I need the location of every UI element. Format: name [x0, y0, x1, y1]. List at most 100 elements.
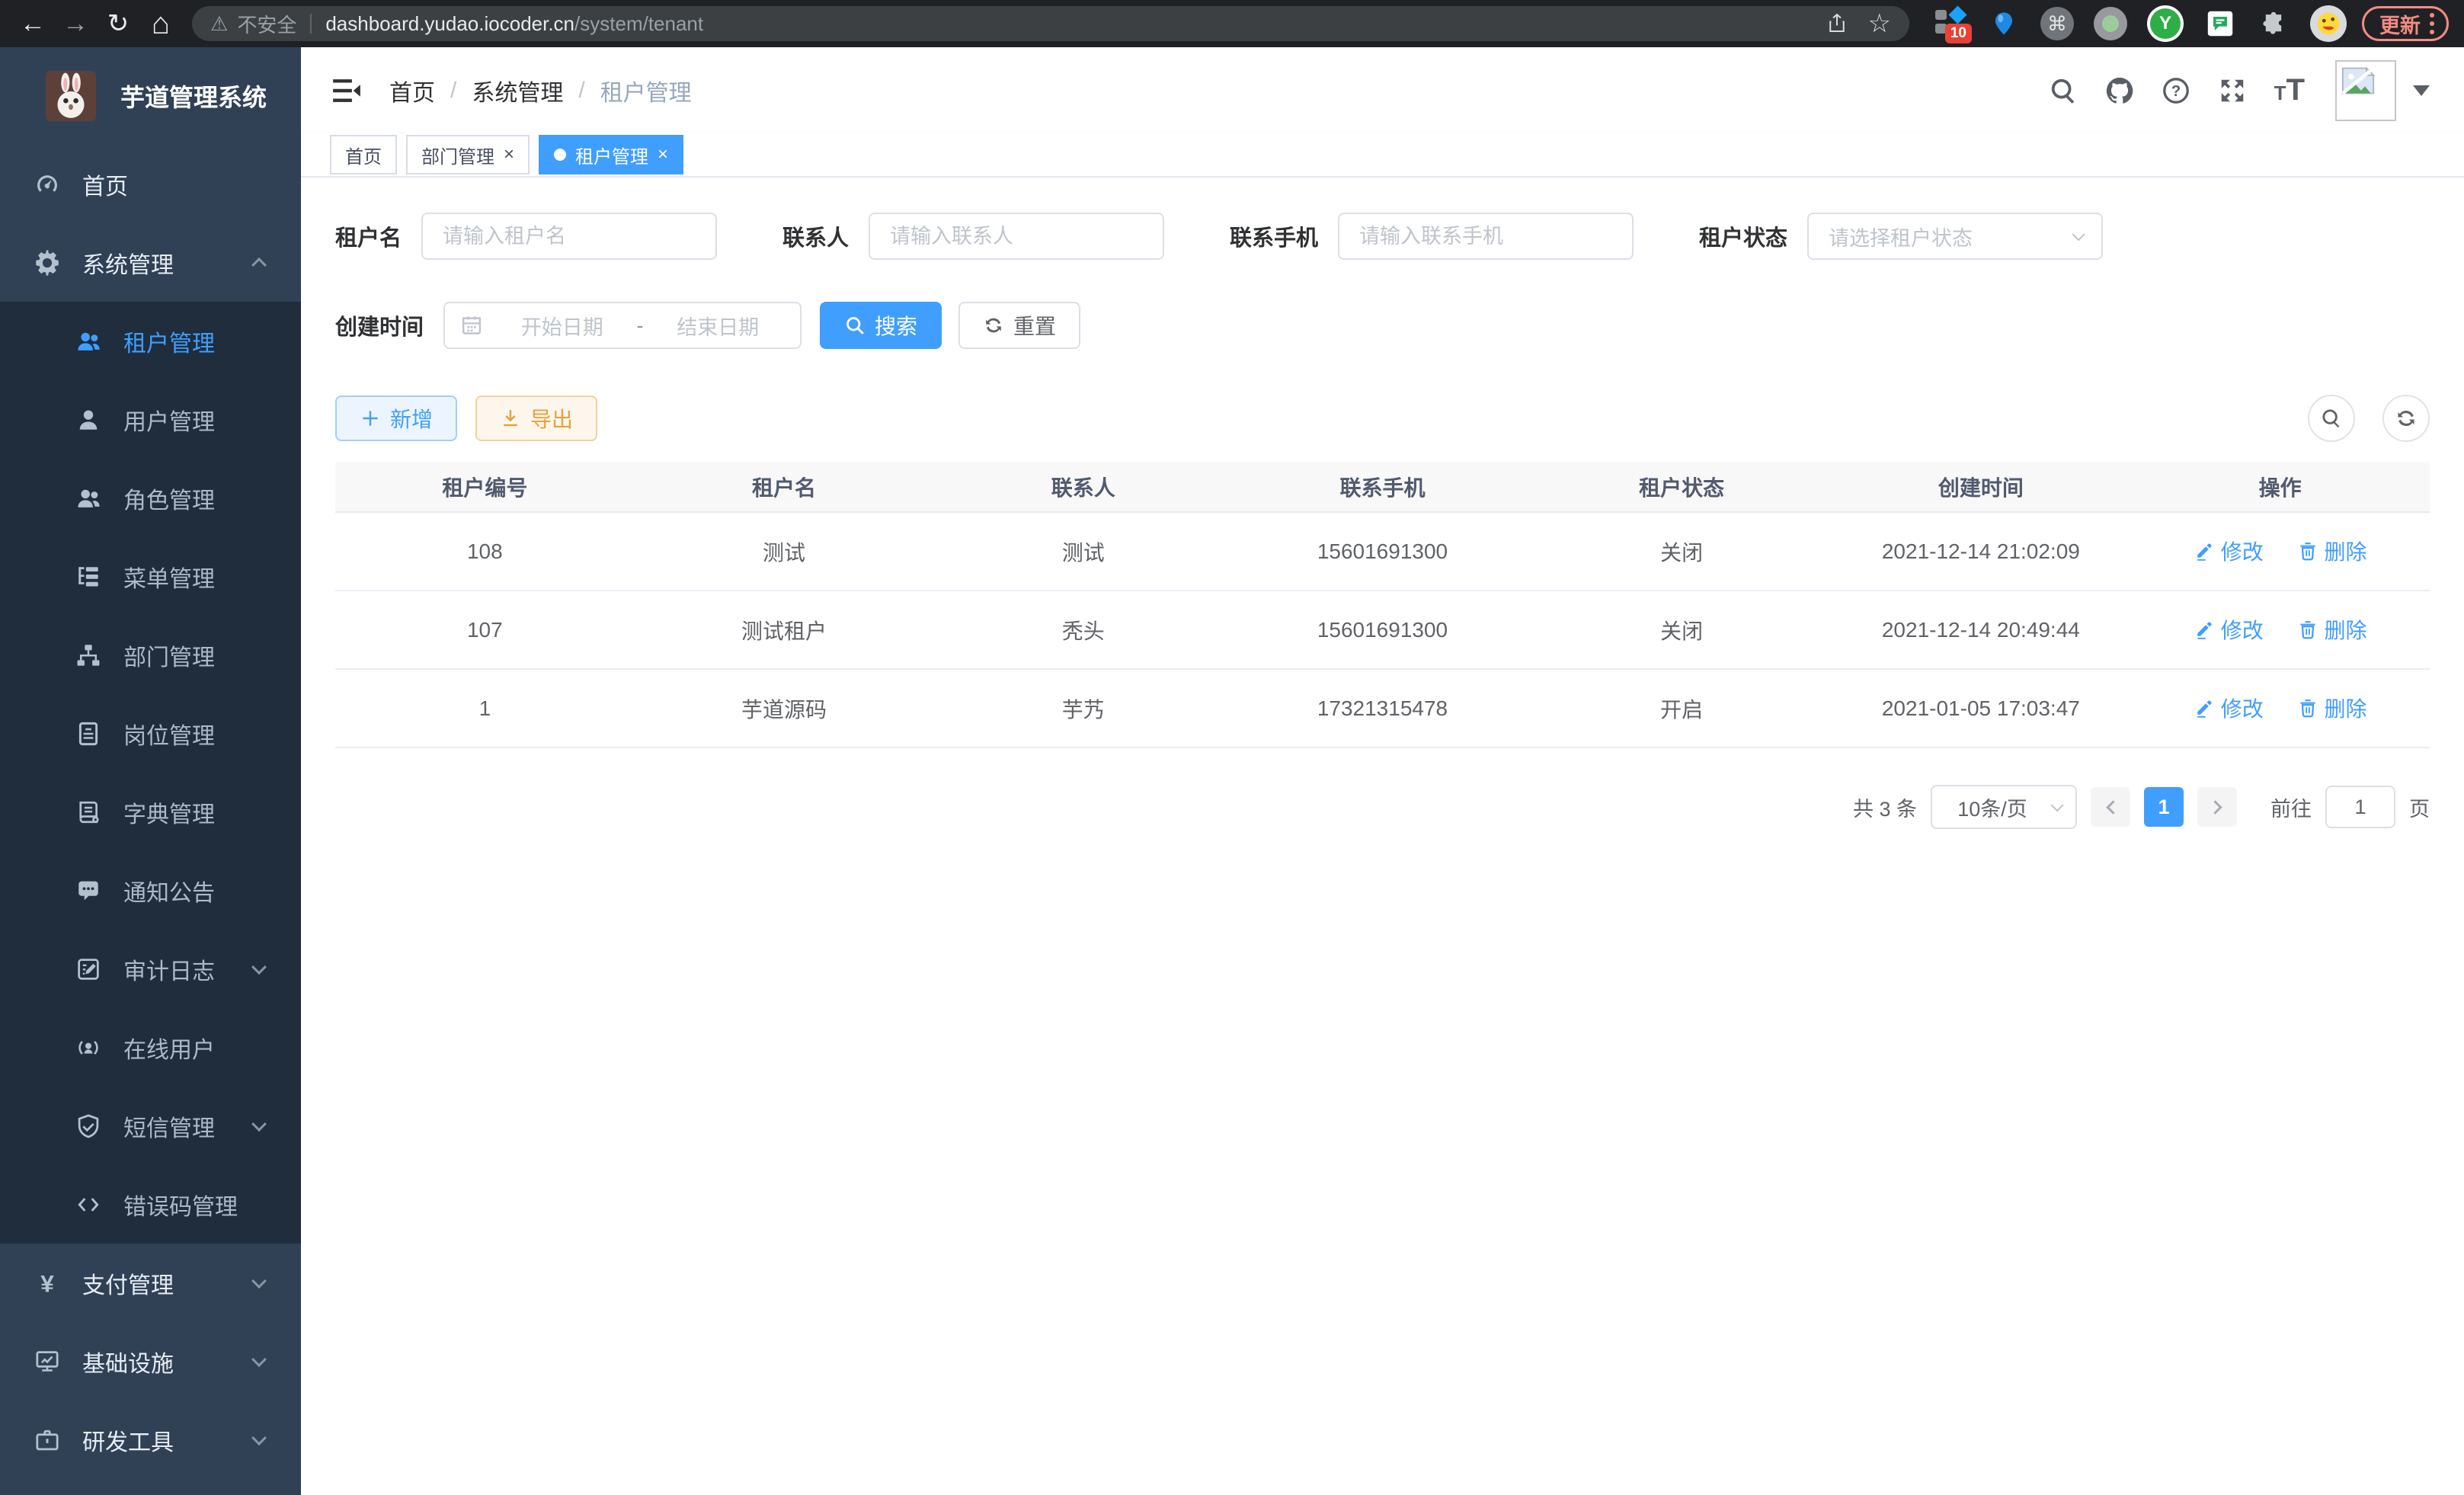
sidebar-menu-item[interactable]: 菜单管理 — [0, 537, 301, 616]
mobile-input[interactable] — [1338, 213, 1634, 260]
goto-page-input[interactable] — [2325, 786, 2395, 828]
browser-back-icon[interactable]: ← — [15, 6, 50, 41]
date-separator: - — [629, 314, 651, 338]
edit-link[interactable]: 修改 — [2194, 614, 2264, 645]
tenant-name-input[interactable] — [421, 213, 717, 260]
active-tab-dot — [554, 149, 566, 161]
contact-input[interactable] — [869, 213, 1164, 260]
chat-extension-icon[interactable] — [2203, 7, 2237, 40]
sidebar-item-label: 系统管理 — [82, 246, 234, 280]
column-header: 租户状态 — [1532, 462, 1832, 512]
sidebar-menu-item[interactable]: ¥ 支付管理 — [0, 1244, 301, 1322]
delete-link[interactable]: 删除 — [2297, 536, 2367, 566]
status-label: 租户状态 — [1699, 220, 1787, 252]
current-page-button[interactable]: 1 — [2144, 787, 2184, 827]
cell-status: 关闭 — [1532, 512, 1832, 591]
chevron-icon — [251, 1273, 267, 1289]
prev-page-button[interactable] — [2091, 787, 2130, 827]
browser-update-button[interactable]: 更新 — [2362, 6, 2449, 41]
sidebar-menu-item[interactable]: 短信管理 — [0, 1087, 301, 1165]
share-icon[interactable] — [1826, 12, 1848, 35]
view-tab[interactable]: 部门管理 × — [406, 135, 530, 174]
cell-status: 开启 — [1532, 669, 1832, 748]
breadcrumb-item[interactable]: 首页 — [389, 74, 435, 107]
status-select[interactable]: 请选择租户状态 — [1807, 213, 2103, 260]
table-header-row: 租户编号租户名联系人联系手机租户状态创建时间操作 — [335, 462, 2430, 512]
help-icon[interactable]: ? — [2162, 76, 2190, 105]
sidebar-menu-item[interactable]: 岗位管理 — [0, 694, 301, 773]
tab-close-icon[interactable]: × — [658, 146, 668, 164]
emoji-extension-icon[interactable] — [2310, 5, 2347, 42]
export-button[interactable]: 导出 — [475, 395, 597, 441]
address-bar[interactable]: ⚠ 不安全 dashboard.yudao.iocoder.cn /system… — [192, 6, 1909, 41]
sidebar-item-label: 审计日志 — [123, 952, 234, 986]
sidebar-item-label: 研发工具 — [82, 1423, 234, 1457]
cell-mobile: 15601691300 — [1233, 591, 1532, 669]
edit-link[interactable]: 修改 — [2194, 693, 2264, 723]
sidebar-menu-item[interactable]: 部门管理 — [0, 616, 301, 694]
toggle-search-button[interactable] — [2308, 395, 2355, 442]
sidebar-fold-icon[interactable] — [330, 74, 363, 107]
edit-pencil-icon — [2194, 540, 2215, 562]
sidebar-menu-item[interactable]: 基础设施 — [0, 1322, 301, 1401]
delete-link[interactable]: 删除 — [2297, 693, 2367, 723]
column-header: 租户编号 — [335, 462, 635, 512]
font-size-icon[interactable]: TT — [2274, 73, 2305, 107]
record-extension-icon[interactable] — [2094, 7, 2127, 40]
browser-menu-kebab-icon[interactable] — [2430, 13, 2434, 34]
infra-monitor-icon — [32, 1349, 62, 1375]
search-button[interactable]: 搜索 — [820, 302, 942, 349]
sidebar-menu-item[interactable]: 首页 — [0, 145, 301, 223]
add-button[interactable]: 新增 — [335, 395, 457, 441]
avatar-broken-image[interactable] — [2335, 60, 2396, 121]
breadcrumb-item[interactable]: 系统管理 — [472, 74, 563, 107]
reset-button-label: 重置 — [1013, 310, 1056, 341]
url-host: dashboard.yudao.iocoder.cn — [325, 12, 574, 36]
reset-button[interactable]: 重置 — [958, 302, 1080, 349]
sidebar-menu-item[interactable]: 用户管理 — [0, 380, 301, 459]
sidebar-menu-item[interactable]: 研发工具 — [0, 1401, 301, 1479]
sidebar-menu-item[interactable]: 租户管理 — [0, 302, 301, 380]
app-logo-row[interactable]: 芋道管理系统 — [0, 47, 301, 145]
header-search-icon[interactable] — [2049, 76, 2078, 105]
sidebar-menu-item[interactable]: 在线用户 — [0, 1008, 301, 1087]
sidebar-menu-item[interactable]: 角色管理 — [0, 459, 301, 537]
app-logo-rabbit-image — [46, 71, 96, 121]
fullscreen-icon[interactable] — [2218, 76, 2247, 105]
avatar-dropdown-caret-icon[interactable] — [2413, 85, 2430, 96]
sms-shield-icon — [73, 1113, 104, 1139]
sidebar-menu-item[interactable]: 系统管理 — [0, 223, 301, 302]
end-date-placeholder: 结束日期 — [651, 311, 786, 341]
view-tab[interactable]: 租户管理 × — [539, 135, 683, 174]
sidebar-item-label: 字典管理 — [123, 796, 269, 829]
puzzle-extension-icon[interactable] — [2257, 7, 2290, 40]
bookmark-star-icon[interactable]: ☆ — [1868, 8, 1891, 39]
command-extension-icon[interactable]: ⌘ — [2040, 7, 2074, 40]
sidebar-menu-item[interactable]: 错误码管理 — [0, 1165, 301, 1244]
download-icon — [500, 408, 521, 429]
pay-yen-icon: ¥ — [32, 1270, 62, 1296]
extension-badge-icon[interactable]: 10 — [1934, 7, 1967, 40]
browser-reload-icon[interactable]: ↻ — [101, 6, 136, 41]
date-range-input[interactable]: 开始日期 - 结束日期 — [443, 302, 802, 349]
github-icon[interactable] — [2105, 76, 2134, 105]
page-size-select[interactable]: 10条/页 — [1931, 785, 2077, 829]
y-extension-icon[interactable]: Y — [2147, 5, 2184, 42]
filter-contact: 联系人 — [782, 213, 1164, 260]
column-header: 租户名 — [635, 462, 934, 512]
view-tab[interactable]: 首页 — [330, 135, 397, 174]
edit-link[interactable]: 修改 — [2194, 536, 2264, 566]
next-page-button[interactable] — [2197, 787, 2237, 827]
menu-tree-icon — [73, 564, 104, 590]
browser-home-icon[interactable]: ⌂ — [143, 6, 178, 41]
tab-close-icon[interactable]: × — [504, 146, 514, 164]
sidebar-item-label: 角色管理 — [123, 482, 269, 515]
breadcrumb-item: 租户管理 — [600, 74, 692, 107]
refresh-table-button[interactable] — [2382, 395, 2430, 442]
sidebar-menu-item[interactable]: 通知公告 — [0, 851, 301, 930]
sidebar-menu-item[interactable]: 审计日志 — [0, 930, 301, 1008]
browser-forward-icon[interactable]: → — [58, 6, 93, 41]
delete-link[interactable]: 删除 — [2297, 614, 2367, 645]
sidebar-menu-item[interactable]: 字典管理 — [0, 773, 301, 851]
map-pin-extension-icon[interactable] — [1987, 7, 2021, 40]
